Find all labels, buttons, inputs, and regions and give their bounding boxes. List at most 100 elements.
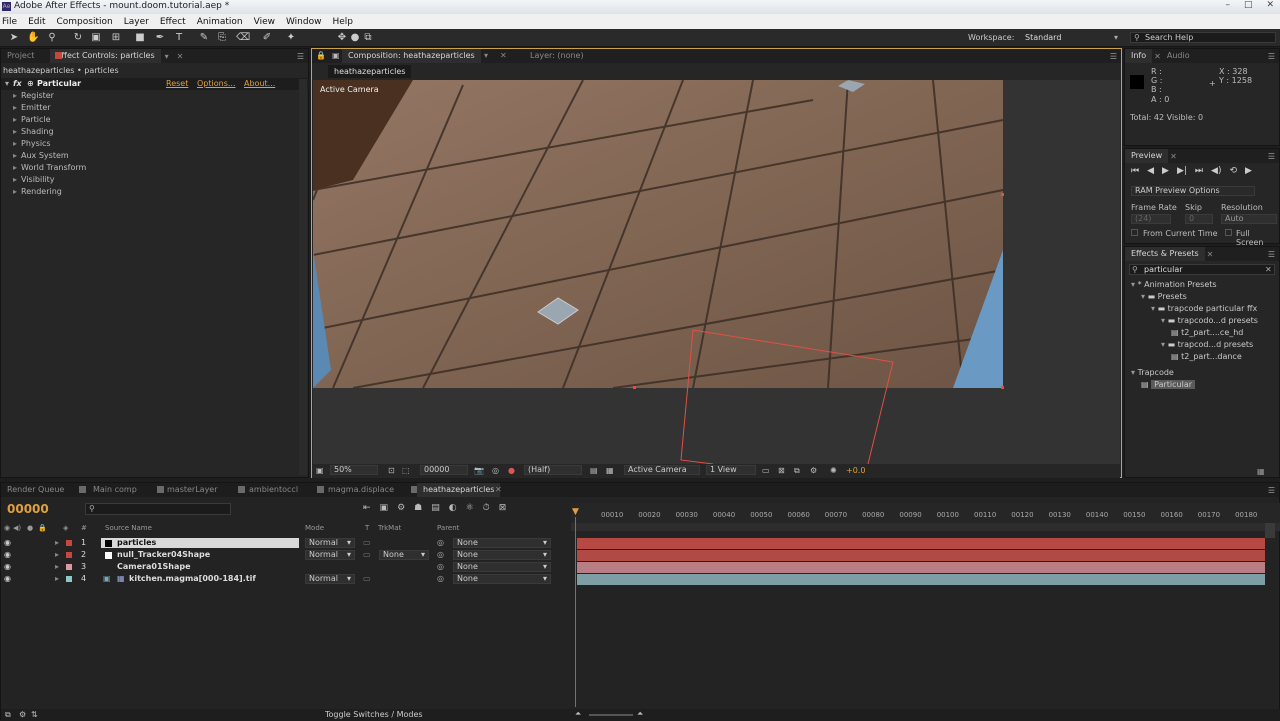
parent-pickwhip-icon[interactable]: ◎ [437, 573, 444, 585]
axis-mode-view-icon[interactable]: ⧉ [362, 31, 374, 44]
transparency-grid-icon[interactable]: ▦ [606, 466, 614, 475]
hide-shy-icon[interactable]: ☗ [414, 503, 422, 513]
motion-blur-icon[interactable]: ◐ [449, 503, 457, 513]
zoom-out-icon[interactable]: ⏶ [575, 709, 581, 719]
audio-icon[interactable]: ◀) [1211, 166, 1221, 176]
camera-tool-icon[interactable]: ▣ [90, 31, 102, 44]
loop-icon[interactable]: ⟲ [1229, 166, 1237, 176]
play-icon[interactable]: ▶ [1162, 166, 1169, 176]
tab-effect-controls[interactable]: Effect Controls: particles [50, 49, 161, 63]
expand-triangle-icon[interactable]: ▸ [55, 573, 59, 585]
rotate-tool-icon[interactable]: ↻ [72, 31, 84, 44]
frame-rate-dropdown[interactable]: (24) [1131, 214, 1171, 224]
expand-triangle-icon[interactable]: ▸ [55, 561, 59, 573]
tab-ambientoccl[interactable]: ambientoccl [243, 483, 304, 497]
roi-icon[interactable]: ▤ [590, 466, 598, 475]
menu-view[interactable]: View [254, 17, 275, 27]
track-matte-dropdown[interactable]: None ▾ [379, 550, 429, 560]
mini-flowchart-icon[interactable]: ⇤ [363, 503, 371, 513]
view-layout-dropdown[interactable]: 1 View [706, 465, 756, 475]
always-preview-icon[interactable]: ▣ [316, 466, 324, 475]
effect-group-register[interactable]: ▸ Register [13, 91, 54, 100]
channel-icon[interactable]: ● [508, 466, 515, 475]
hand-tool-icon[interactable]: ✋ [27, 31, 39, 44]
effects-tree-item[interactable]: ▾ ▬ trapcodo...d presets [1161, 316, 1258, 325]
layer-duration-bar[interactable] [577, 574, 1265, 585]
reset-link[interactable]: Reset [166, 79, 188, 88]
layer-duration-bar[interactable] [577, 550, 1265, 561]
tab-project[interactable]: Project [1, 49, 40, 63]
visibility-eye-icon[interactable]: ◉ [4, 561, 11, 573]
effects-tree-item[interactable]: ▤ Particular [1141, 380, 1196, 389]
menu-file[interactable]: File [2, 17, 17, 27]
panel-menu-icon[interactable]: ☰ [1268, 250, 1275, 259]
exposure-value[interactable]: +0.0 [846, 466, 865, 475]
label-color-swatch[interactable] [66, 552, 72, 558]
blend-mode-dropdown[interactable]: Normal ▾ [305, 538, 355, 548]
tab-chevron-icon[interactable]: ▾ [484, 51, 488, 60]
layer-row[interactable]: ◉ ▸ 4 ▣ ▦ kitchen.magma[000-184].tif Normal ▾ ▭ ◎… [1, 573, 571, 585]
blend-mode-dropdown[interactable]: Normal ▾ [305, 574, 355, 584]
toggle-pixel-aspect-icon[interactable]: ▭ [762, 466, 770, 475]
brainstorm-icon[interactable]: ⚛ [466, 503, 474, 513]
menu-animation[interactable]: Animation [197, 17, 243, 27]
options-link[interactable]: Options... [197, 79, 236, 88]
roto-brush-tool-icon[interactable]: ✐ [261, 31, 273, 44]
visibility-eye-icon[interactable]: ◉ [4, 573, 11, 585]
scrollbar[interactable] [299, 79, 307, 475]
layer-duration-bar[interactable] [577, 538, 1265, 549]
layer-duration-bar[interactable] [577, 562, 1265, 573]
layer-name[interactable]: Camera01Shape [117, 561, 191, 573]
tab-layer[interactable]: Layer: (none) [524, 49, 590, 63]
effect-group-rendering[interactable]: ▸ Rendering [13, 187, 62, 196]
effects-search-input[interactable]: particular [1129, 264, 1275, 275]
effects-tree-item[interactable]: ▾ Trapcode [1131, 368, 1174, 377]
preserve-transparency-toggle[interactable]: ▭ [363, 573, 371, 585]
fast-previews-icon[interactable]: ⊠ [778, 466, 785, 475]
layer-row[interactable]: ◉ ▸ 2 null_Tracker04Shape Normal ▾ ▭ None ▾ ◎ None… [1, 549, 571, 561]
panel-menu-icon[interactable]: ☰ [297, 52, 304, 61]
preserve-transparency-toggle[interactable]: ▭ [363, 537, 371, 549]
from-current-time-checkbox[interactable] [1131, 229, 1138, 236]
effects-tree-item[interactable]: ▤ t2_part...dance [1171, 352, 1242, 361]
minimize-icon[interactable]: – [1225, 0, 1230, 10]
comp-flow-icon[interactable]: ⚙ [810, 466, 817, 475]
previous-frame-icon[interactable]: ◀ [1147, 166, 1154, 176]
new-folder-icon[interactable]: ▦ [1257, 467, 1265, 476]
panel-menu-icon[interactable]: ☰ [1110, 52, 1117, 61]
fx-icon[interactable]: fx [13, 79, 22, 88]
effect-group-particle[interactable]: ▸ Particle [13, 115, 51, 124]
menu-edit[interactable]: Edit [28, 17, 45, 27]
panel-menu-icon[interactable]: ☰ [1268, 486, 1275, 495]
live-update-icon[interactable]: ▣ [380, 503, 389, 513]
menu-composition[interactable]: Composition [57, 17, 113, 27]
menu-layer[interactable]: Layer [124, 17, 149, 27]
lock-icon[interactable]: 🔒 [316, 51, 326, 60]
tab-close-icon[interactable]: ✕ [1207, 250, 1214, 259]
preserve-transparency-toggle[interactable]: ▭ [363, 549, 371, 561]
skip-field[interactable]: 0 [1185, 214, 1213, 224]
effects-tree-item[interactable]: ▾ * Animation Presets [1131, 280, 1217, 289]
resolution-dropdown[interactable]: (Half) [524, 465, 582, 475]
auto-keyframe-icon[interactable]: ⏱ [483, 503, 490, 513]
panel-menu-icon[interactable]: ☰ [1268, 152, 1275, 161]
zoom-dropdown[interactable]: 50% [330, 465, 378, 475]
last-frame-icon[interactable]: ⏭ [1195, 166, 1203, 176]
timeline-scrollbar[interactable] [1265, 523, 1275, 538]
toggle-switches-modes-button[interactable]: Toggle Switches / Modes [325, 710, 423, 719]
current-time-indicator[interactable]: ▼ [572, 507, 579, 517]
tab-render-queue[interactable]: Render Queue [1, 483, 70, 497]
parent-dropdown[interactable]: None ▾ [453, 538, 551, 548]
axis-mode-local-icon[interactable]: ✥ [336, 31, 348, 44]
expand-triangle-icon[interactable]: ▸ [55, 549, 59, 561]
first-frame-icon[interactable]: ⏮ [1131, 166, 1139, 176]
effect-group-physics[interactable]: ▸ Physics [13, 139, 51, 148]
layer-row[interactable]: ◉ ▸ 3 Camera01Shape ◎ None ▾ [1, 561, 571, 573]
eraser-tool-icon[interactable]: ⌫ [236, 31, 250, 44]
draft-3d-icon[interactable]: ⚙ [397, 503, 405, 513]
layer-row[interactable]: ◉ ▸ 1 particles Normal ▾ ▭ ◎ None ▾ [1, 537, 571, 549]
ram-preview-options-dropdown[interactable]: RAM Preview Options [1131, 186, 1255, 196]
pen-tool-icon[interactable]: ✒ [154, 31, 166, 44]
comp-flowchart-tab[interactable]: heathazeparticles [328, 65, 412, 78]
blend-mode-dropdown[interactable]: Normal ▾ [305, 550, 355, 560]
